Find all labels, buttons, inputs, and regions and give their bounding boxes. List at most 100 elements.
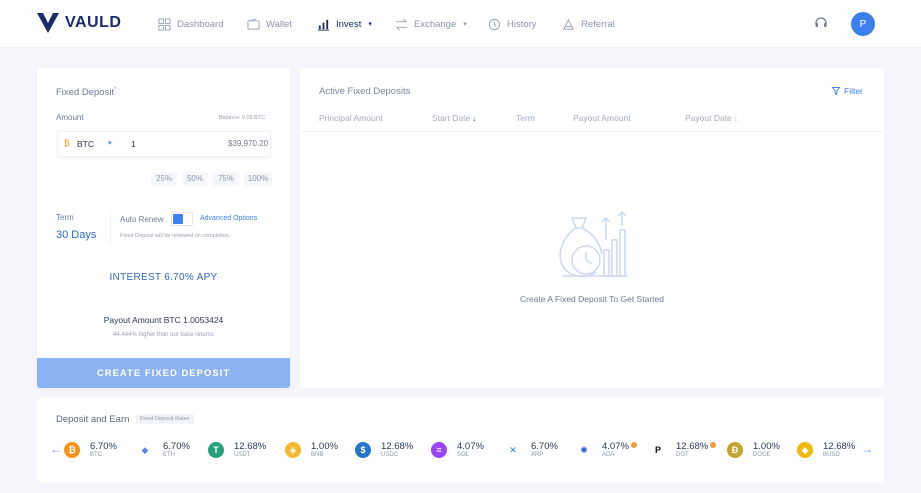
column-payout-date-label: Payout Date	[685, 113, 732, 123]
percent-50-button[interactable]: 50%	[182, 172, 208, 186]
coin-rate-value: 12.68%	[381, 441, 414, 452]
deposit-earn-card	[37, 398, 884, 482]
nav-exchange[interactable]: Exchange ▾	[395, 14, 467, 34]
xrp-icon: ✕	[505, 442, 521, 458]
vauld-logo-icon	[37, 13, 59, 33]
btc-icon: ₿	[64, 139, 70, 148]
info-marker: *	[114, 87, 117, 93]
table-header-divider	[300, 131, 884, 132]
wallet-icon	[247, 17, 260, 30]
coin-symbol: DOGE	[753, 452, 771, 458]
coin-symbol: BNB	[311, 452, 324, 458]
coin-rate-value: 6.70%	[90, 441, 117, 452]
coin-rate-value: 12.68%	[234, 441, 267, 452]
nav-history-label: History	[507, 18, 537, 30]
coin-symbol: USDC	[381, 452, 399, 458]
fixed-deposit-title: Fixed Deposit*	[56, 87, 117, 99]
usdt-icon: T	[208, 442, 224, 458]
empty-state-text: Create A Fixed Deposit To Get Started	[520, 294, 664, 304]
coin-symbol: SOL	[457, 452, 470, 458]
percent-100-button[interactable]: 100%	[244, 172, 272, 186]
coin-symbol: XRP	[531, 452, 544, 458]
coin-rate-value: 6.70%	[531, 441, 558, 452]
nav-invest-label: Invest	[336, 18, 362, 30]
top-navbar: VAULD Dashboard Wallet Invest ▾ Exchange…	[0, 0, 921, 48]
dashboard-icon	[158, 17, 171, 31]
coin-symbol: ETH	[163, 452, 175, 458]
nav-invest[interactable]: Invest ▾	[317, 14, 372, 34]
coin-rate-value: 4.07%	[602, 441, 637, 452]
nav-exchange-label: Exchange	[414, 18, 457, 30]
percent-75-button[interactable]: 75%	[213, 172, 239, 186]
coin-symbol: ADA	[602, 452, 615, 458]
support-button[interactable]	[814, 16, 828, 35]
bonus-badge-icon	[710, 442, 717, 448]
column-payout-date[interactable]: Payout Date ↕	[685, 113, 738, 123]
amount-input[interactable]: 1	[131, 139, 136, 149]
carousel-prev-arrow-icon[interactable]: ←	[50, 442, 62, 456]
coin-symbol: USDT	[234, 452, 251, 458]
doge-icon: Ð	[727, 442, 743, 458]
active-deposits-title: Active Fixed Deposits	[319, 86, 411, 97]
column-start-date-label: Start Date	[432, 113, 471, 123]
invest-icon	[317, 19, 330, 31]
nav-dashboard-label: Dashboard	[177, 18, 224, 30]
headset-icon	[815, 17, 827, 27]
bnb-icon: ◈	[285, 442, 301, 458]
coin-rate-value: 4.07%	[457, 441, 484, 452]
column-start-date[interactable]: Start Date ↓	[432, 113, 476, 123]
amount-label: Amount	[56, 113, 84, 122]
auto-renew-label: Auto Renew	[120, 215, 164, 224]
term-value: 30 Days	[56, 229, 97, 241]
filter-label: Filter	[844, 86, 863, 96]
coin-symbol: BTC	[90, 452, 102, 458]
avatar[interactable]: P	[851, 12, 875, 36]
nav-wallet-label: Wallet	[266, 18, 293, 30]
coin-rate-value: 1.00%	[753, 441, 780, 452]
chevron-down-icon: ▾	[368, 21, 372, 28]
history-icon	[488, 18, 501, 30]
bonus-badge-icon	[630, 442, 637, 448]
currency-select[interactable]: BTC	[77, 139, 94, 149]
coin-rate-value: 12.68%	[823, 441, 856, 452]
vauld-logo[interactable]: VAULD	[36, 11, 121, 35]
carousel-next-arrow-icon[interactable]: →	[861, 442, 873, 456]
brand-name: VAULD	[65, 14, 122, 31]
dot-icon: P	[650, 442, 666, 458]
coin-rate-value: 12.68%	[676, 441, 717, 452]
divider	[110, 211, 111, 243]
filter-icon	[832, 87, 840, 95]
column-payout-amount[interactable]: Payout Amount	[573, 113, 631, 123]
deposit-earn-title: Deposit and Earn	[56, 414, 130, 425]
auto-renew-toggle[interactable]	[171, 212, 193, 226]
coin-symbol: DOT	[676, 452, 689, 458]
column-principal-amount[interactable]: Principal Amount	[319, 113, 383, 123]
nav-history[interactable]: History	[488, 14, 537, 34]
btc-icon: ₿	[64, 442, 80, 458]
chevron-down-icon[interactable]: ▾	[108, 139, 112, 147]
percent-25-button[interactable]: 25%	[151, 172, 177, 186]
nav-wallet[interactable]: Wallet	[247, 14, 292, 34]
busd-icon: ◆	[797, 442, 813, 458]
sort-icon: ↕	[734, 116, 738, 123]
filter-button[interactable]: Filter	[832, 86, 863, 96]
payout-note: 44.444% higher than our base returns	[113, 332, 214, 338]
advanced-options-link[interactable]: Advanced Options	[200, 215, 257, 222]
nav-referral[interactable]: Referral	[562, 14, 615, 34]
sort-desc-icon: ↓	[472, 116, 477, 123]
fiat-value: $39,970.20	[228, 139, 269, 148]
column-term[interactable]: Term	[516, 113, 535, 123]
ada-icon: ✺	[576, 442, 592, 458]
eth-icon: ◆	[137, 442, 153, 458]
interest-rate: INTEREST 6.70% APY	[109, 272, 218, 283]
coin-symbol: BUSD	[823, 452, 840, 458]
nav-referral-label: Referral	[581, 18, 615, 30]
chevron-down-icon: ▾	[463, 21, 467, 28]
coin-rate-value: 1.00%	[311, 441, 338, 452]
fixed-deposit-rates-tag: Fixed Deposit Rates	[136, 414, 194, 424]
sol-icon: ≡	[431, 442, 447, 458]
renew-note: Fixed Deposit will be renewed on complet…	[120, 233, 231, 239]
term-label: Term	[56, 213, 74, 222]
create-fixed-deposit-button[interactable]: CREATE FIXED DEPOSIT	[37, 358, 290, 388]
nav-dashboard[interactable]: Dashboard	[158, 14, 223, 34]
